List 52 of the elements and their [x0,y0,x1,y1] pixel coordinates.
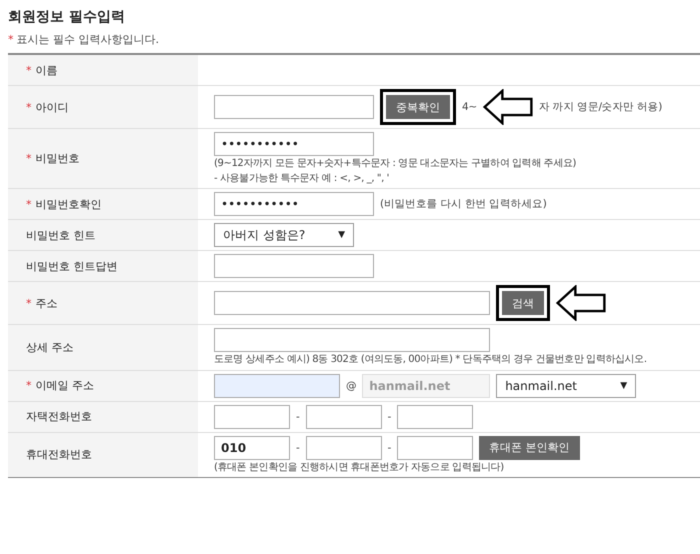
arrow-icon [556,285,606,321]
hint-text: - [296,442,300,454]
select-dropdown[interactable]: 아버지 성함은? ▼ [214,223,354,247]
field-label: 주소 [36,296,58,310]
hint-text: (비밀번호를 다시 한번 입력하세요) [380,197,547,211]
field-label: 비밀번호 힌트답변 [26,258,118,274]
input-field[interactable] [214,254,374,278]
required-mark: * [8,33,14,46]
input-field[interactable] [214,404,290,428]
hint-text: 4~ [462,101,477,113]
required-mark: * [26,379,32,392]
hint-text: (휴대폰 본인확인을 진행하시면 휴대폰번호가 자동으로 입력됩니다) [214,462,505,474]
hint-text: 도로명 상세주소 예시) 8동 302호 (여의도동, 00아파트) * 단독주택의 경우 건물번호만 입력하십시오. [214,354,648,366]
field-label: 비밀번호확인 [36,196,102,212]
hint-text: - [388,410,391,422]
input-field[interactable]: 010 [214,436,290,460]
required-note: 표시는 필수 입력사항입니다. [16,32,159,47]
select-dropdown[interactable]: hanmail.net ▼ [496,374,636,398]
input-field[interactable] [397,436,473,460]
input-field[interactable] [214,291,490,315]
required-mark: * [26,198,32,210]
input-field[interactable] [306,404,382,428]
required-mark: * [26,296,32,310]
email-field[interactable] [214,374,340,398]
hint-text: @ [346,380,356,392]
check-button[interactable]: 검색 [502,291,544,315]
field-label: 휴대전화번호 [26,447,92,462]
hint-text: (9~12자까지 모든 문자+숫자+특수문자 : 영문 대소문자는 구별하여 입력해 주세요) [214,158,578,170]
required-mark: * [26,64,32,76]
hint-text: - [388,442,391,454]
field-label: 아이디 [36,100,68,114]
verify-button[interactable]: 휴대폰 본인확인 [479,436,580,460]
input-field[interactable] [214,95,374,119]
input-field[interactable]: ••••••••••• [214,192,374,216]
hint-text: 자 까지 영문/숫자만 허용) [538,100,662,114]
field-label: 자택전화번호 [26,409,92,424]
hint-text: - [296,410,300,422]
hint-text: - 사용불가능한 특수문자 예 : <, >, _, ", ' [214,172,390,185]
field-label: 상세 주소 [26,340,74,355]
required-mark: * [26,152,32,165]
required-mark: * [26,100,32,114]
section-title: 회원정보 필수입력 [8,8,126,26]
field-label: 비밀번호 힌트 [26,228,96,242]
field-label: 이메일 주소 [36,378,94,393]
field-label: 비밀번호 [36,151,80,166]
arrow-icon [482,89,533,125]
input-field[interactable] [214,328,490,352]
field-label: 이름 [36,62,58,78]
input-field[interactable] [397,404,473,428]
input-field[interactable] [306,436,382,460]
input-field[interactable]: ••••••••••• [214,132,374,156]
check-button[interactable]: 중복확인 [386,95,450,119]
